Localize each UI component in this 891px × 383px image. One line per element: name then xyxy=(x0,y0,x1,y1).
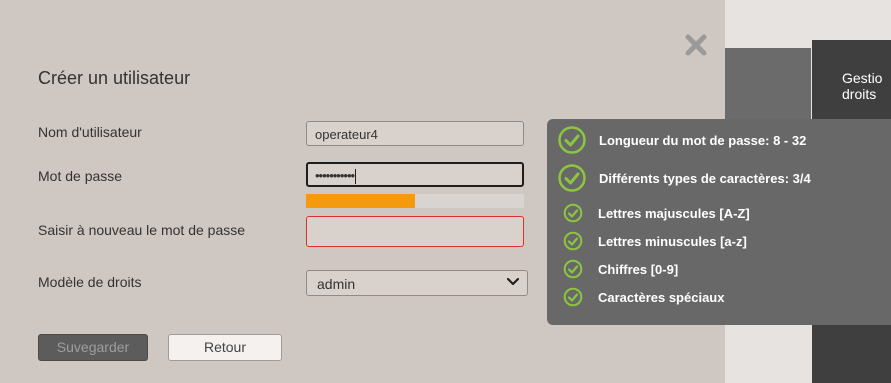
requirement-item: Lettres minuscules [a-z] xyxy=(563,231,747,251)
password-confirm-label: Saisir à nouveau le mot de passe xyxy=(38,222,246,238)
check-circle-icon xyxy=(563,287,583,307)
chevron-down-icon xyxy=(507,278,519,286)
back-button[interactable]: Retour xyxy=(168,334,282,361)
check-circle-icon xyxy=(558,164,586,192)
check-circle-icon xyxy=(558,126,586,154)
rights-model-label: Modèle de droits xyxy=(38,274,142,290)
requirement-item: Différents types de caractères: 3/4 xyxy=(557,163,811,193)
requirement-text: Lettres minuscules [a-z] xyxy=(598,233,747,249)
requirement-text: Différents types de caractères: 3/4 xyxy=(599,170,811,186)
requirement-text: Caractères spéciaux xyxy=(598,289,725,305)
password-input[interactable]: ••••••••••• xyxy=(306,162,524,187)
requirement-item: Caractères spéciaux xyxy=(563,287,724,307)
rights-model-selected-value: admin xyxy=(317,276,356,292)
password-requirements-tooltip: Longueur du mot de passe: 8 - 32 Différe… xyxy=(547,119,891,325)
requirement-item: Lettres majuscules [A-Z] xyxy=(563,203,750,223)
requirement-text: Chiffres [0-9] xyxy=(598,261,679,277)
background-strip xyxy=(725,48,811,128)
password-masked-value: ••••••••••• xyxy=(315,168,355,183)
requirement-text: Lettres majuscules [A-Z] xyxy=(598,205,750,221)
save-button[interactable]: Suvegarder xyxy=(38,334,148,361)
requirement-item: Chiffres [0-9] xyxy=(563,259,678,279)
text-cursor xyxy=(355,169,357,185)
check-circle-icon xyxy=(563,231,583,251)
password-confirm-input[interactable] xyxy=(306,216,524,247)
requirement-item: Longueur du mot de passe: 8 - 32 xyxy=(557,125,806,155)
password-label: Mot de passe xyxy=(38,168,123,184)
check-circle-icon xyxy=(563,203,583,223)
close-icon[interactable] xyxy=(684,33,708,57)
dialog-title: Créer un utilisateur xyxy=(38,68,191,88)
check-circle-icon xyxy=(563,259,583,279)
password-strength-fill xyxy=(306,194,415,208)
requirement-text: Longueur du mot de passe: 8 - 32 xyxy=(599,132,807,148)
username-input[interactable]: operateur4 xyxy=(306,121,524,146)
background-panel-label: Gestio droits xyxy=(842,70,883,102)
username-label: Nom d'utilisateur xyxy=(38,124,142,140)
rights-model-select[interactable]: admin xyxy=(306,270,528,296)
password-strength-bar xyxy=(306,194,524,208)
